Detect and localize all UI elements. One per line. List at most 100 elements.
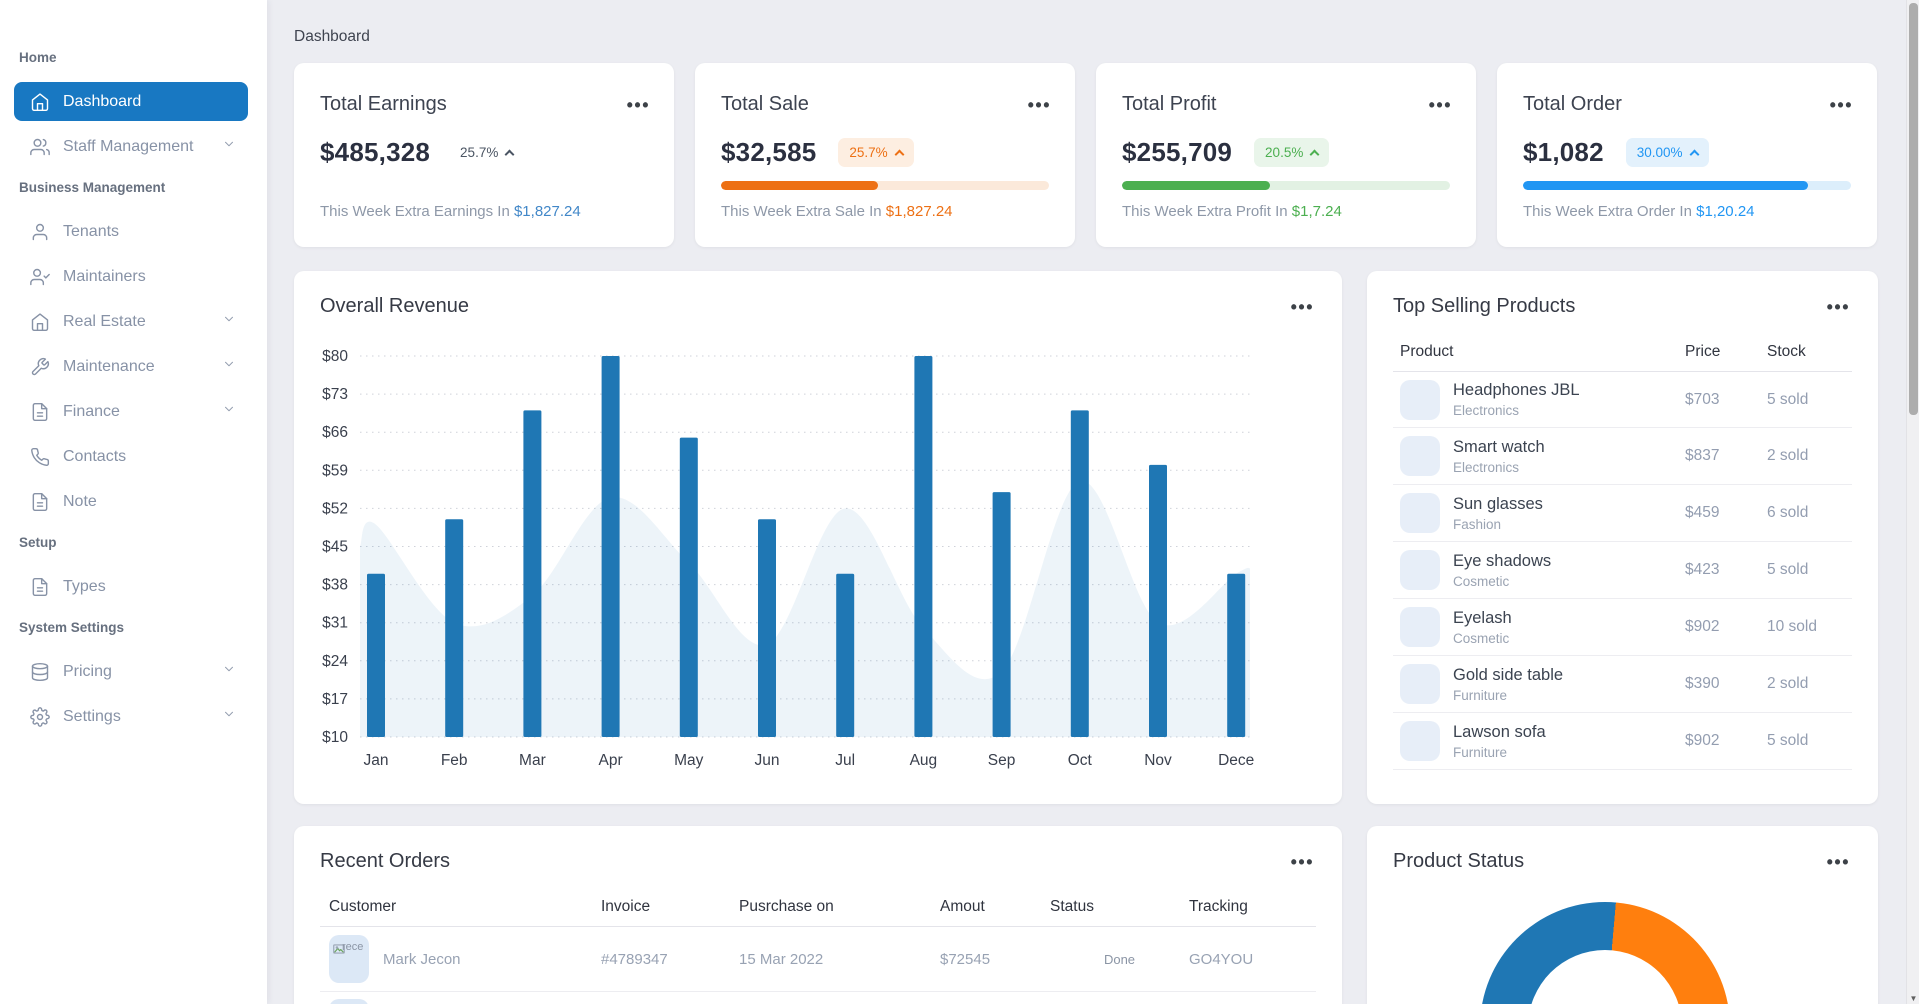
change-percent: 25.7%	[849, 145, 888, 160]
svg-text:$66: $66	[322, 424, 348, 441]
sidebar-item-dashboard[interactable]: Dashboard	[14, 82, 248, 121]
stat-card-total-sale: Total Sale $32,585 25.7% This Week Extra Sa…	[695, 63, 1075, 247]
more-options-icon[interactable]	[1825, 298, 1852, 316]
chevron-down-icon	[222, 707, 236, 726]
sidebar-item-maintainers[interactable]: Maintainers	[14, 257, 248, 296]
order-amount: $72545	[940, 950, 991, 968]
svg-text:Jan: Jan	[364, 752, 389, 769]
sidebar-section-label-system-settings: System Settings	[19, 620, 125, 635]
product-row-smart-watch[interactable]: Smart watch Electronics $837 2 sold	[1393, 428, 1852, 485]
product-thumbnail	[1400, 721, 1440, 761]
more-options-icon[interactable]	[1427, 96, 1454, 114]
product-row-eye-shadows[interactable]: Eye shadows Cosmetic $423 5 sold	[1393, 542, 1852, 599]
change-badge: 20.5%	[1254, 138, 1330, 167]
chevron-down-icon	[222, 137, 236, 156]
panel-title: Top Selling Products	[1393, 295, 1576, 317]
more-options-icon[interactable]	[625, 96, 652, 114]
sidebar-item-label: Contacts	[63, 447, 127, 465]
more-options-icon[interactable]	[1828, 96, 1855, 114]
order-row-mark-jecon[interactable]: rece Mark Jecon #4789347 15 Mar 2022 $72545 D…	[320, 927, 1316, 992]
column-header: Stock	[1767, 343, 1806, 360]
more-options-icon[interactable]	[1026, 96, 1053, 114]
more-options-icon[interactable]	[1289, 853, 1316, 871]
column-header: Customer	[329, 898, 397, 915]
product-name: Eyelash	[1453, 608, 1512, 627]
product-name: Sun glasses	[1453, 494, 1543, 513]
chevron-down-icon	[222, 402, 236, 421]
stat-card-total-profit: Total Profit $255,709 20.5% This Week Extra…	[1096, 63, 1476, 247]
product-row-sun-glasses[interactable]: Sun glasses Fashion $459 6 sold	[1393, 485, 1852, 542]
footer-prefix: This Week Extra Sale In	[721, 203, 886, 220]
footer-prefix: This Week Extra Order In	[1523, 203, 1697, 220]
svg-text:Dece: Dece	[1218, 752, 1254, 769]
sidebar-item-finance[interactable]: Finance	[14, 392, 248, 431]
phone-icon	[30, 447, 50, 467]
svg-text:Apr: Apr	[599, 752, 623, 769]
product-status-panel: Product Status	[1367, 826, 1878, 1004]
sidebar-item-contacts[interactable]: Contacts	[14, 437, 248, 476]
order-status: Done	[1103, 951, 1136, 967]
product-thumbnail	[1400, 493, 1440, 533]
change-badge: 25.7%	[838, 138, 914, 167]
sidebar-item-label: Note	[63, 492, 97, 510]
panel-title: Overall Revenue	[320, 295, 469, 317]
customer-avatar-broken-image	[329, 999, 369, 1004]
product-row-eyelash[interactable]: Eyelash Cosmetic $902 10 sold	[1393, 599, 1852, 656]
page-scrollbar[interactable]: ▼	[1906, 0, 1919, 1004]
sidebar-item-tenants[interactable]: Tenants	[14, 212, 248, 251]
sidebar-item-label: Pricing	[63, 662, 112, 680]
sidebar-item-real-estate[interactable]: Real Estate	[14, 302, 248, 341]
more-options-icon[interactable]	[1825, 853, 1852, 871]
order-row-partial[interactable]	[320, 992, 1316, 1004]
scrollbar-down-arrow-icon[interactable]: ▼	[1907, 994, 1919, 1003]
svg-text:$73: $73	[322, 386, 348, 403]
database-icon	[30, 662, 50, 682]
product-category: Cosmetic	[1453, 573, 1510, 589]
svg-text:Jun: Jun	[755, 752, 780, 769]
change-percent: 25.7%	[460, 145, 499, 160]
more-options-icon[interactable]	[1289, 298, 1316, 316]
sidebar-item-maintenance[interactable]: Maintenance	[14, 347, 248, 386]
svg-text:Jul: Jul	[835, 752, 855, 769]
product-price: $902	[1685, 732, 1720, 749]
product-row-lawson-sofa[interactable]: Lawson sofa Furniture $902 5 sold	[1393, 713, 1852, 770]
card-title: Total Sale	[721, 93, 809, 115]
sidebar-item-note[interactable]: Note	[14, 482, 248, 521]
chevron-down-icon	[222, 662, 236, 681]
file-icon	[30, 577, 50, 597]
products-table-header: Product Price Stock	[1393, 343, 1852, 361]
product-price: $459	[1685, 504, 1720, 521]
sidebar-item-label: Finance	[63, 402, 120, 420]
product-price: $837	[1685, 447, 1720, 464]
sidebar-item-pricing[interactable]: Pricing	[14, 652, 248, 691]
product-name: Gold side table	[1453, 665, 1564, 684]
sidebar-item-label: Staff Management	[63, 137, 194, 155]
column-header: Pusrchase on	[739, 898, 834, 915]
sidebar-item-settings[interactable]: Settings	[14, 697, 248, 736]
chevron-up-icon	[504, 149, 515, 159]
column-header: Status	[1050, 898, 1094, 915]
product-thumbnail	[1400, 550, 1440, 590]
product-name: Headphones JBL	[1453, 381, 1580, 399]
svg-text:$52: $52	[322, 500, 348, 517]
scrollbar-thumb[interactable]	[1909, 3, 1918, 415]
main-content: Dashboard Total Earnings $485,328 25.7% Thi…	[267, 0, 1906, 1004]
product-category: Electronics	[1453, 459, 1520, 475]
product-row-gold-side-table[interactable]: Gold side table Furniture $390 2 sold	[1393, 656, 1852, 713]
app-root: Home Dashboard Staff Management Business Ma…	[0, 0, 1919, 1004]
product-price: $423	[1685, 561, 1720, 578]
svg-text:$38: $38	[322, 577, 348, 594]
footer-amount: $1,20.24	[1696, 203, 1755, 220]
product-row-headphones-jbl[interactable]: Headphones JBL Electronics $703 5 sold	[1393, 371, 1852, 428]
sidebar-item-types[interactable]: Types	[14, 567, 248, 606]
sidebar-item-staff-management[interactable]: Staff Management	[14, 127, 248, 166]
customer-name: Mark Jecon	[383, 950, 461, 968]
panel-title: Product Status	[1393, 850, 1525, 872]
sidebar-item-label: Maintainers	[63, 267, 146, 285]
product-status-donut-chart	[1480, 902, 1730, 1004]
product-stock: 2 sold	[1767, 675, 1809, 692]
column-header: Invoice	[601, 898, 651, 915]
chevron-up-icon	[894, 149, 905, 159]
stat-cards-row: Total Earnings $485,328 25.7% This Week Ext…	[294, 63, 1877, 247]
product-category: Furniture	[1453, 687, 1508, 703]
